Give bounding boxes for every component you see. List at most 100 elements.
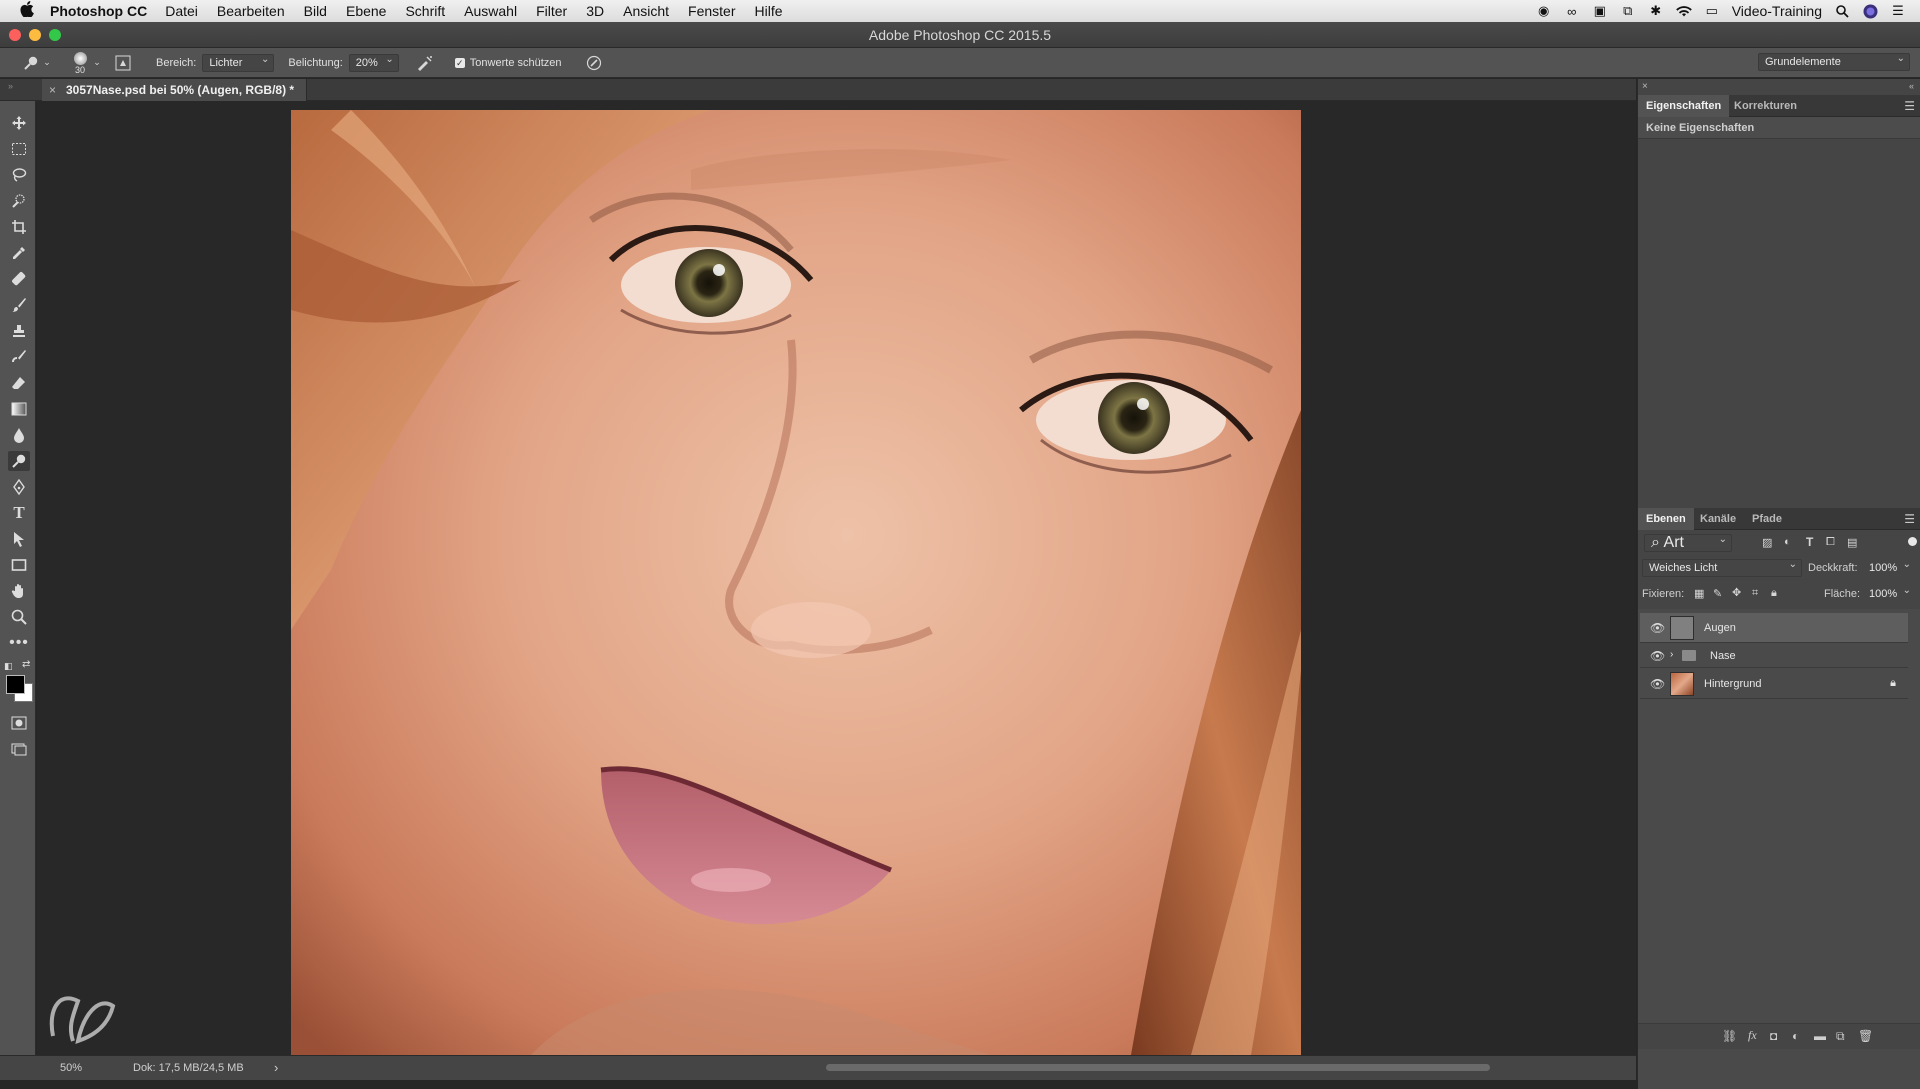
user-name[interactable]: Video-Training (1732, 3, 1822, 19)
adjustment-layer-filter-icon[interactable]: ◐ (1784, 536, 1791, 548)
layer-row-augen[interactable]: 👁︎ Augen (1640, 613, 1908, 643)
menu-fenster[interactable]: Fenster (688, 3, 735, 19)
zoom-level[interactable]: 50% (60, 1062, 82, 1074)
tab-kanaele[interactable]: Kanäle (1692, 508, 1744, 530)
sync-icon[interactable]: ⧉ (1620, 3, 1636, 19)
filter-toggle-icon[interactable] (1908, 537, 1917, 546)
foreground-color-swatch[interactable] (6, 675, 25, 694)
swap-colors-icon[interactable]: ⇄ (22, 659, 30, 670)
collapse-toolbar-icon[interactable]: » (8, 81, 13, 91)
blur-tool-icon[interactable] (8, 425, 30, 445)
menu-3d[interactable]: 3D (586, 3, 604, 19)
new-group-folder-icon[interactable]: ▬ (1814, 1029, 1826, 1043)
airbrush-icon[interactable] (415, 55, 435, 71)
shape-layer-filter-icon[interactable]: ⧠ (1826, 536, 1835, 549)
panel-menu-icon[interactable]: ☰ (1904, 99, 1915, 113)
tab-ebenen[interactable]: Ebenen (1638, 508, 1694, 530)
workspace-select[interactable]: Grundelemente (1758, 51, 1910, 71)
visibility-eye-icon[interactable]: 👁︎ (1650, 621, 1665, 635)
marquee-tool-icon[interactable] (8, 139, 30, 159)
adjustment-layer-icon[interactable]: ◐ (1792, 1029, 1799, 1043)
gradient-tool-icon[interactable] (8, 399, 30, 419)
window-maximize-button[interactable] (49, 29, 61, 41)
zoom-tool-icon[interactable] (8, 607, 30, 627)
brush-tool-icon[interactable] (8, 295, 30, 315)
visibility-eye-icon[interactable]: 👁︎ (1650, 649, 1665, 663)
menu-bearbeiten[interactable]: Bearbeiten (217, 3, 285, 19)
pixel-layer-filter-icon[interactable]: ▨ (1762, 536, 1772, 549)
type-layer-filter-icon[interactable]: T (1806, 535, 1813, 549)
close-icon[interactable]: × (1642, 81, 1648, 92)
pressure-size-icon[interactable] (584, 55, 604, 71)
tab-eigenschaften[interactable]: Eigenschaften (1638, 95, 1730, 117)
lock-all-icon[interactable]: 🔒︎ (1771, 587, 1777, 600)
lasso-tool-icon[interactable] (8, 165, 30, 185)
more-tools-icon[interactable]: ••• (8, 633, 30, 653)
exposure-field[interactable]: 20% (348, 52, 399, 72)
panel-menu-icon[interactable]: ☰ (1904, 512, 1915, 526)
add-mask-icon[interactable]: ◘ (1770, 1029, 1777, 1043)
menu-bild[interactable]: Bild (304, 3, 327, 19)
chevron-right-icon[interactable]: › (1670, 649, 1673, 660)
layer-filter-kind-select[interactable]: ⌕ Art (1644, 532, 1732, 552)
dodge-tool-icon[interactable] (8, 451, 30, 471)
chevron-down-icon[interactable]: ⌄ (42, 57, 52, 68)
lock-transparency-icon[interactable]: ▦ (1694, 587, 1704, 600)
lock-position-icon[interactable]: ✥ (1732, 586, 1741, 599)
opacity-field[interactable]: 100% (1862, 557, 1916, 577)
healing-brush-tool-icon[interactable] (8, 269, 30, 289)
record-icon[interactable]: ◉ (1536, 3, 1552, 19)
menu-ebene[interactable]: Ebene (346, 3, 386, 19)
layer-row-hintergrund[interactable]: 👁︎ Hintergrund 🔒︎ (1640, 669, 1908, 699)
creative-cloud-icon[interactable]: ∞ (1564, 3, 1580, 19)
clone-stamp-tool-icon[interactable] (8, 321, 30, 341)
brush-size-picker[interactable]: 30 (70, 50, 92, 76)
fill-field[interactable]: 100% (1862, 583, 1916, 603)
window-close-button[interactable] (9, 29, 21, 41)
search-icon[interactable] (1834, 3, 1850, 19)
status-menu-arrow[interactable]: › (274, 1060, 278, 1075)
chevron-down-icon[interactable]: ⌄ (92, 57, 102, 68)
dodge-tool-preset-icon[interactable] (20, 55, 42, 71)
display-icon[interactable]: ▣ (1592, 3, 1608, 19)
siri-icon[interactable] (1862, 3, 1878, 19)
document-tab[interactable]: × 3057Nase.psd bei 50% (Augen, RGB/8) * (42, 79, 308, 101)
eyedropper-tool-icon[interactable] (8, 243, 30, 263)
portrait-photo[interactable] (291, 110, 1301, 1055)
app-menu[interactable]: Photoshop CC (50, 3, 147, 19)
horizontal-scrollbar[interactable] (826, 1064, 1490, 1071)
menu-auswahl[interactable]: Auswahl (464, 3, 517, 19)
rectangle-tool-icon[interactable] (8, 555, 30, 575)
layer-row-nase[interactable]: 👁︎ › Nase (1640, 644, 1908, 668)
protect-tones-option[interactable]: ✓ Tonwerte schützen (454, 57, 562, 69)
smart-object-filter-icon[interactable]: ▤ (1847, 536, 1857, 549)
screen-mode-icon[interactable] (8, 739, 30, 759)
close-icon[interactable]: × (49, 79, 56, 101)
hand-tool-icon[interactable] (8, 581, 30, 601)
new-layer-icon[interactable]: ⧉ (1836, 1029, 1845, 1044)
menu-filter[interactable]: Filter (536, 3, 567, 19)
blend-mode-select[interactable]: Weiches Licht (1642, 557, 1802, 577)
move-tool-icon[interactable] (8, 113, 30, 133)
tab-pfade[interactable]: Pfade (1744, 508, 1790, 530)
wifi-icon[interactable] (1675, 3, 1692, 19)
quick-mask-icon[interactable] (8, 713, 30, 733)
trash-icon[interactable]: 🗑︎ (1858, 1029, 1873, 1043)
type-tool-icon[interactable]: T (8, 503, 30, 523)
apple-icon[interactable] (20, 1, 36, 21)
pen-tool-icon[interactable] (8, 477, 30, 497)
link-layers-icon[interactable]: ⛓︎ (1722, 1029, 1737, 1043)
protect-tones-checkbox[interactable]: ✓ (454, 57, 465, 68)
tab-korrekturen[interactable]: Korrekturen (1726, 95, 1805, 117)
menu-schrift[interactable]: Schrift (405, 3, 445, 19)
canvas-area[interactable] (37, 101, 1636, 1055)
collapse-panels-icon[interactable]: « (1909, 81, 1914, 91)
menu-datei[interactable]: Datei (165, 3, 198, 19)
bluetooth-icon[interactable]: ✱ (1648, 3, 1664, 19)
airplay-icon[interactable]: ▭ (1704, 3, 1720, 19)
quick-selection-tool-icon[interactable] (8, 191, 30, 211)
crop-tool-icon[interactable] (8, 217, 30, 237)
window-minimize-button[interactable] (29, 29, 41, 41)
notification-center-icon[interactable]: ☰ (1890, 3, 1906, 19)
menu-ansicht[interactable]: Ansicht (623, 3, 669, 19)
